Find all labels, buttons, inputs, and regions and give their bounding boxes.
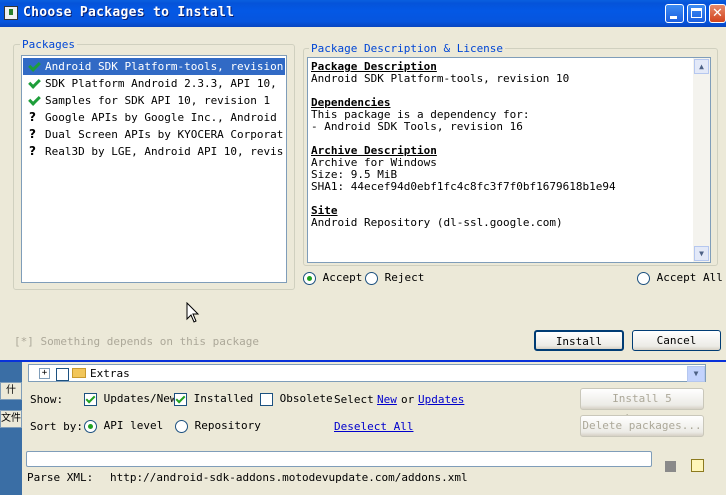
reject-label: Reject (384, 271, 425, 284)
extras-label: Extras (90, 367, 130, 380)
sort-by-label: Sort by: (30, 420, 83, 433)
accept-option[interactable]: Accept (303, 271, 362, 285)
installed-option[interactable]: Installed (174, 392, 253, 406)
updates-new-label: Updates/New (103, 392, 177, 405)
select-new-link[interactable]: New (377, 393, 397, 406)
package-label: Google APIs by Google Inc., Android ... (45, 111, 285, 124)
installed-checkbox[interactable] (174, 392, 187, 406)
packages-group-label: Packages (20, 38, 77, 51)
package-label: SDK Platform Android 2.3.3, API 10, ... (45, 77, 285, 90)
dependencies-line-2: - Android SDK Tools, revision 16 (311, 120, 523, 133)
repository-label: Repository (194, 419, 261, 432)
parse-url: http://android-sdk-addons.motodevupdate.… (110, 471, 468, 484)
package-list-item[interactable]: Android SDK Platform-tools, revision... (23, 58, 285, 75)
obsolete-checkbox[interactable] (260, 392, 273, 406)
updates-new-checkbox[interactable] (84, 392, 97, 406)
accept-all-radio[interactable] (637, 271, 650, 285)
right-edge-strip (714, 360, 726, 495)
download-icon (4, 6, 18, 20)
installed-label: Installed (193, 392, 254, 405)
log-icon[interactable] (691, 459, 704, 472)
minimize-icon (670, 16, 677, 19)
description-panel: Package Description Android SDK Platform… (307, 57, 711, 263)
minimize-button[interactable] (665, 4, 684, 23)
dialog-title: Choose Packages to Install (23, 5, 235, 20)
package-list-item[interactable]: ? Google APIs by Google Inc., Android ... (23, 109, 285, 126)
reject-option[interactable]: Reject (365, 271, 424, 285)
reject-radio[interactable] (365, 271, 378, 285)
archive-line-3: SHA1: 44ecef94d0ebf1fc4c8fc3f7f0bf167961… (311, 180, 616, 193)
accept-radio[interactable] (303, 271, 316, 285)
package-description-text: Android SDK Platform-tools, revision 10 (311, 72, 570, 85)
scroll-down-icon[interactable]: ▼ (694, 246, 709, 261)
obsolete-label: Obsolete (279, 392, 333, 405)
expand-plus-icon[interactable]: + (39, 368, 50, 379)
choose-packages-dialog: Choose Packages to Install ✕ Packages An… (0, 0, 726, 362)
dialog-titlebar[interactable]: Choose Packages to Install ✕ (0, 0, 726, 27)
updates-new-option[interactable]: Updates/New (84, 392, 176, 406)
description-group-label: Package Description & License (309, 42, 506, 55)
select-updates-link[interactable]: Updates (418, 393, 464, 406)
api-level-label: API level (103, 419, 164, 432)
or-label: or (401, 393, 415, 406)
check-icon (28, 75, 40, 92)
question-icon: ? (29, 127, 36, 141)
accept-label: Accept (322, 271, 363, 284)
package-label: Dual Screen APIs by KYOCERA Corporat... (45, 128, 285, 141)
side-tab-1[interactable]: 什 (0, 382, 22, 400)
progress-bar (26, 451, 652, 467)
package-list-item[interactable]: Samples for SDK API 10, revision 1 (23, 92, 285, 109)
package-label: Samples for SDK API 10, revision 1 (45, 94, 271, 107)
site-text: Android Repository (dl-ssl.google.com) (311, 216, 563, 229)
extras-checkbox[interactable] (56, 368, 69, 381)
parse-label: Parse XML: (27, 471, 94, 484)
sort-api-level-option[interactable]: API level (84, 419, 163, 433)
maximize-icon (691, 8, 702, 18)
package-label: Android SDK Platform-tools, revision... (45, 60, 285, 73)
question-icon: ? (29, 144, 36, 158)
package-label: Real3D by LGE, Android API 10, revis... (45, 145, 285, 158)
accept-all-label: Accept All (656, 271, 723, 284)
packages-list[interactable]: Android SDK Platform-tools, revision... S… (21, 55, 287, 283)
question-icon: ? (29, 110, 36, 124)
scroll-up-icon[interactable]: ▲ (694, 59, 709, 74)
select-label: Select (334, 393, 374, 406)
sort-repository-option[interactable]: Repository (175, 419, 261, 433)
package-list-item[interactable]: ? Dual Screen APIs by KYOCERA Corporat... (23, 126, 285, 143)
accept-all-option[interactable]: Accept All (637, 271, 723, 285)
cancel-button[interactable]: Cancel (632, 330, 721, 351)
show-label: Show: (30, 393, 64, 406)
delete-packages-button[interactable]: Delete packages... (580, 415, 704, 437)
check-icon (28, 92, 40, 109)
install-packages-button[interactable]: Install 5 packages... (580, 388, 704, 425)
maximize-button[interactable] (687, 4, 706, 23)
package-list-item[interactable]: SDK Platform Android 2.3.3, API 10, ... (23, 75, 285, 92)
stop-icon[interactable] (665, 461, 676, 472)
install-button[interactable]: Install (534, 330, 624, 351)
repository-radio[interactable] (175, 419, 188, 433)
side-tab-2[interactable]: 文件 (0, 410, 22, 428)
close-icon: ✕ (712, 6, 723, 21)
deselect-all-link[interactable]: Deselect All (334, 420, 413, 433)
package-tree[interactable]: + Extras ▼ (28, 364, 706, 382)
left-taskbar-strip: 什 文件 (0, 360, 22, 495)
folder-icon (72, 368, 86, 378)
check-icon (28, 58, 40, 75)
obsolete-option[interactable]: Obsolete (260, 392, 333, 406)
package-list-item[interactable]: ? Real3D by LGE, Android API 10, revis... (23, 143, 285, 160)
close-button[interactable]: ✕ (709, 4, 726, 23)
tree-scroll-down-icon[interactable]: ▼ (687, 366, 705, 382)
dependency-footnote: [*] Something depends on this package (14, 335, 260, 348)
mouse-cursor-icon (186, 302, 200, 323)
api-level-radio[interactable] (84, 419, 97, 433)
description-scrollbar[interactable]: ▲ ▼ (693, 58, 710, 262)
